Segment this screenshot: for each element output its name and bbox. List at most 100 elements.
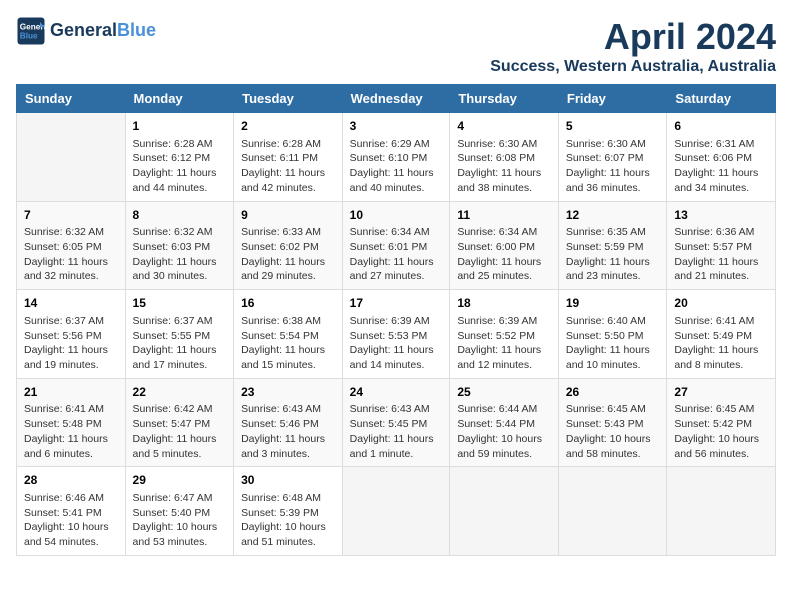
day-info: Sunrise: 6:30 AMSunset: 6:07 PMDaylight:… — [566, 137, 660, 196]
day-info: Sunrise: 6:36 AMSunset: 5:57 PMDaylight:… — [674, 225, 768, 284]
day-info: Sunrise: 6:42 AMSunset: 5:47 PMDaylight:… — [133, 402, 227, 461]
calendar-cell: 20 Sunrise: 6:41 AMSunset: 5:49 PMDayligh… — [667, 290, 776, 379]
calendar-cell: 21Sunrise: 6:41 AMSunset: 5:48 PMDayligh… — [17, 378, 126, 467]
calendar-cell: 18 Sunrise: 6:39 AMSunset: 5:52 PMDayligh… — [450, 290, 559, 379]
calendar-cell: 25Sunrise: 6:44 AMSunset: 5:44 PMDayligh… — [450, 378, 559, 467]
day-info: Sunrise: 6:34 AMSunset: 6:01 PMDaylight:… — [350, 225, 443, 284]
calendar-cell — [558, 467, 667, 556]
day-number: 6 — [674, 118, 768, 135]
calendar-cell: 29Sunrise: 6:47 AMSunset: 5:40 PMDayligh… — [125, 467, 234, 556]
day-number: 17 — [350, 295, 443, 312]
header-sunday: Sunday — [17, 85, 126, 113]
calendar-cell: 3Sunrise: 6:29 AMSunset: 6:10 PMDaylight… — [342, 113, 450, 202]
calendar-title: April 2024 — [490, 16, 776, 58]
day-number: 1 — [133, 118, 227, 135]
day-number: 9 — [241, 207, 335, 224]
logo-icon: General Blue — [16, 16, 46, 46]
day-number: 15 — [133, 295, 227, 312]
day-number: 18 — [457, 295, 551, 312]
calendar-cell: 24Sunrise: 6:43 AMSunset: 5:45 PMDayligh… — [342, 378, 450, 467]
header-friday: Friday — [558, 85, 667, 113]
day-number: 2 — [241, 118, 335, 135]
day-number: 10 — [350, 207, 443, 224]
calendar-cell: 11Sunrise: 6:34 AMSunset: 6:00 PMDayligh… — [450, 201, 559, 290]
day-info: Sunrise: 6:41 AMSunset: 5:49 PMDaylight:… — [674, 314, 768, 373]
day-info: Sunrise: 6:32 AMSunset: 6:05 PMDaylight:… — [24, 225, 118, 284]
day-info: Sunrise: 6:46 AMSunset: 5:41 PMDaylight:… — [24, 491, 118, 550]
day-info: Sunrise: 6:35 AMSunset: 5:59 PMDaylight:… — [566, 225, 660, 284]
day-info: Sunrise: 6:28 AMSunset: 6:12 PMDaylight:… — [133, 137, 227, 196]
calendar-cell: 7Sunrise: 6:32 AMSunset: 6:05 PMDaylight… — [17, 201, 126, 290]
calendar-cell: 13Sunrise: 6:36 AMSunset: 5:57 PMDayligh… — [667, 201, 776, 290]
calendar-cell — [450, 467, 559, 556]
day-number: 22 — [133, 384, 227, 401]
calendar-cell: 5Sunrise: 6:30 AMSunset: 6:07 PMDaylight… — [558, 113, 667, 202]
calendar-cell: 28 Sunrise: 6:46 AMSunset: 5:41 PMDayligh… — [17, 467, 126, 556]
header-wednesday: Wednesday — [342, 85, 450, 113]
calendar-cell: 17 Sunrise: 6:39 AMSunset: 5:53 PMDayligh… — [342, 290, 450, 379]
calendar-cell: 12Sunrise: 6:35 AMSunset: 5:59 PMDayligh… — [558, 201, 667, 290]
day-info: Sunrise: 6:45 AMSunset: 5:43 PMDaylight:… — [566, 402, 660, 461]
calendar-week-5: 28 Sunrise: 6:46 AMSunset: 5:41 PMDayligh… — [17, 467, 776, 556]
day-number: 12 — [566, 207, 660, 224]
day-info: Sunrise: 6:34 AMSunset: 6:00 PMDaylight:… — [457, 225, 551, 284]
day-info: Sunrise: 6:33 AMSunset: 6:02 PMDaylight:… — [241, 225, 335, 284]
day-number: 24 — [350, 384, 443, 401]
day-info: Sunrise: 6:31 AMSunset: 6:06 PMDaylight:… — [674, 137, 768, 196]
day-number: 7 — [24, 207, 118, 224]
calendar-cell: 8Sunrise: 6:32 AMSunset: 6:03 PMDaylight… — [125, 201, 234, 290]
calendar-cell — [17, 113, 126, 202]
day-info: Sunrise: 6:44 AMSunset: 5:44 PMDaylight:… — [457, 402, 551, 461]
calendar-cell — [667, 467, 776, 556]
day-number: 11 — [457, 207, 551, 224]
day-info: Sunrise: 6:41 AMSunset: 5:48 PMDaylight:… — [24, 402, 118, 461]
day-info: Sunrise: 6:39 AMSunset: 5:52 PMDaylight:… — [457, 314, 551, 373]
day-number: 4 — [457, 118, 551, 135]
day-number: 27 — [674, 384, 768, 401]
svg-text:Blue: Blue — [20, 32, 38, 41]
day-number: 23 — [241, 384, 335, 401]
calendar-header-row: SundayMondayTuesdayWednesdayThursdayFrid… — [17, 85, 776, 113]
calendar-cell: 4 Sunrise: 6:30 AMSunset: 6:08 PMDaylight… — [450, 113, 559, 202]
header-saturday: Saturday — [667, 85, 776, 113]
day-info: Sunrise: 6:40 AMSunset: 5:50 PMDaylight:… — [566, 314, 660, 373]
calendar-cell: 23Sunrise: 6:43 AMSunset: 5:46 PMDayligh… — [234, 378, 343, 467]
day-info: Sunrise: 6:37 AMSunset: 5:55 PMDaylight:… — [133, 314, 227, 373]
calendar-cell: 22Sunrise: 6:42 AMSunset: 5:47 PMDayligh… — [125, 378, 234, 467]
calendar-cell: 15 Sunrise: 6:37 AMSunset: 5:55 PMDayligh… — [125, 290, 234, 379]
day-number: 28 — [24, 472, 118, 489]
day-number: 8 — [133, 207, 227, 224]
calendar-cell: 26Sunrise: 6:45 AMSunset: 5:43 PMDayligh… — [558, 378, 667, 467]
day-info: Sunrise: 6:43 AMSunset: 5:45 PMDaylight:… — [350, 402, 443, 461]
calendar-cell: 10Sunrise: 6:34 AMSunset: 6:01 PMDayligh… — [342, 201, 450, 290]
calendar-cell: 6 Sunrise: 6:31 AMSunset: 6:06 PMDaylight… — [667, 113, 776, 202]
calendar-cell: 1 Sunrise: 6:28 AMSunset: 6:12 PMDaylight… — [125, 113, 234, 202]
calendar-cell: 27Sunrise: 6:45 AMSunset: 5:42 PMDayligh… — [667, 378, 776, 467]
calendar-cell: 16 Sunrise: 6:38 AMSunset: 5:54 PMDayligh… — [234, 290, 343, 379]
calendar-cell: 2Sunrise: 6:28 AMSunset: 6:11 PMDaylight… — [234, 113, 343, 202]
title-area: April 2024 Success, Western Australia, A… — [490, 16, 776, 76]
day-number: 21 — [24, 384, 118, 401]
day-info: Sunrise: 6:30 AMSunset: 6:08 PMDaylight:… — [457, 137, 551, 196]
day-info: Sunrise: 6:38 AMSunset: 5:54 PMDaylight:… — [241, 314, 335, 373]
header-tuesday: Tuesday — [234, 85, 343, 113]
day-info: Sunrise: 6:47 AMSunset: 5:40 PMDaylight:… — [133, 491, 227, 550]
logo-text: GeneralBlue — [50, 21, 156, 41]
day-info: Sunrise: 6:48 AMSunset: 5:39 PMDaylight:… — [241, 491, 335, 550]
day-number: 3 — [350, 118, 443, 135]
day-number: 14 — [24, 295, 118, 312]
day-number: 13 — [674, 207, 768, 224]
header-thursday: Thursday — [450, 85, 559, 113]
day-number: 16 — [241, 295, 335, 312]
day-info: Sunrise: 6:37 AMSunset: 5:56 PMDaylight:… — [24, 314, 118, 373]
calendar-cell: 30 Sunrise: 6:48 AMSunset: 5:39 PMDayligh… — [234, 467, 343, 556]
day-number: 30 — [241, 472, 335, 489]
page-header: General Blue GeneralBlue April 2024 Succ… — [16, 16, 776, 76]
calendar-week-1: 1 Sunrise: 6:28 AMSunset: 6:12 PMDaylight… — [17, 113, 776, 202]
day-info: Sunrise: 6:45 AMSunset: 5:42 PMDaylight:… — [674, 402, 768, 461]
day-info: Sunrise: 6:39 AMSunset: 5:53 PMDaylight:… — [350, 314, 443, 373]
day-number: 19 — [566, 295, 660, 312]
day-number: 20 — [674, 295, 768, 312]
calendar-cell — [342, 467, 450, 556]
day-info: Sunrise: 6:43 AMSunset: 5:46 PMDaylight:… — [241, 402, 335, 461]
